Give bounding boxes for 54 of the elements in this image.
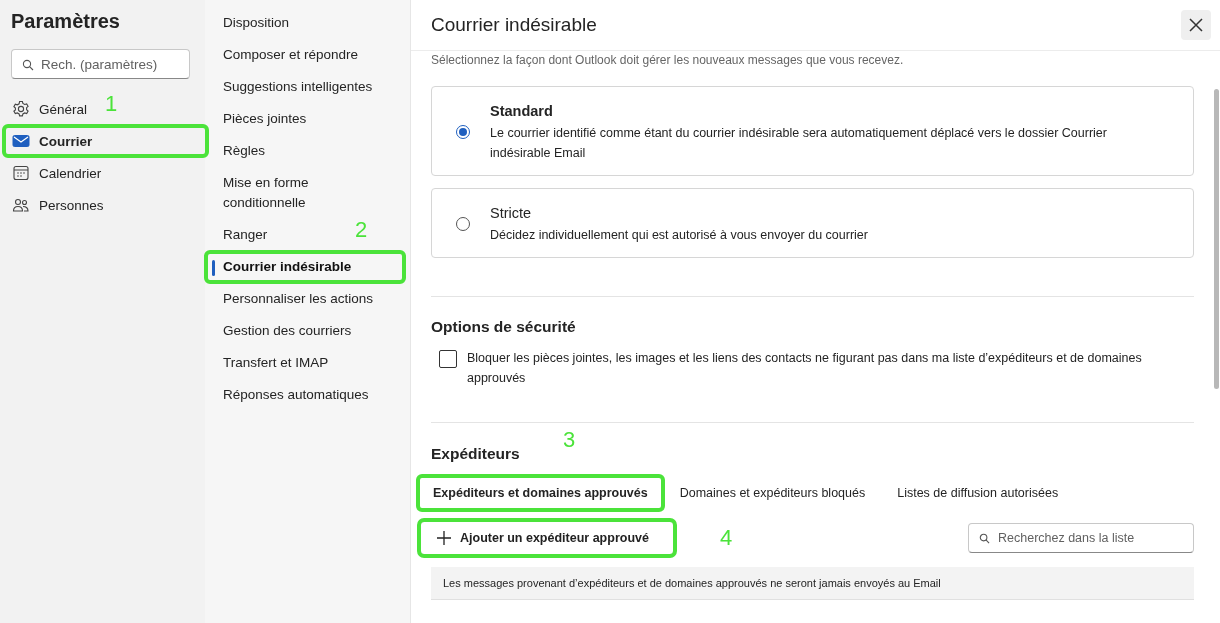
nav-label: Calendrier: [39, 165, 102, 181]
option-description: Décidez individuellement qui est autorisé à vous envoyer du courrier: [490, 227, 868, 244]
option-title: Standard: [490, 102, 554, 121]
calendar-icon: [12, 164, 30, 182]
subnav-item[interactable]: Transfert et IMAP: [205, 347, 339, 379]
mail-icon: [12, 132, 30, 150]
subnav-item[interactable]: Personnaliser les actions: [205, 283, 384, 315]
subnav-item[interactable]: Réponses automatiques: [205, 379, 379, 411]
settings-title: Paramètres: [10, 10, 121, 34]
subnav-item[interactable]: Pièces jointes: [205, 103, 317, 135]
add-sender-button[interactable]: Ajouter un expéditeur approuvé: [420, 521, 674, 555]
tab[interactable]: Domaines et expéditeurs bloqués: [663, 475, 882, 511]
section-heading: Expéditeurs: [431, 445, 520, 463]
subnav-item[interactable]: Disposition: [205, 7, 300, 39]
nav-label: Courrier: [39, 133, 93, 149]
checkbox[interactable]: [439, 350, 457, 368]
search-icon: [979, 533, 990, 544]
option-description: Le courrier identifié comme étant du courrier indésirable sera automatiquement déplacé vers le dossier Courrier indésirable Email: [490, 125, 1108, 162]
option-card[interactable]: Standard Le courrier identifié comme étant du courrier indésirable sera automatiquement déplacé vers le dossier Courrier indésirable Email: [431, 86, 1194, 176]
callout-number: 1: [105, 91, 118, 117]
callout-number: 4: [720, 525, 733, 551]
nav-label: Général: [39, 101, 88, 117]
option-title: Stricte: [490, 204, 533, 223]
subnav-item[interactable]: Composer et répondre: [205, 39, 369, 71]
tab[interactable]: Expéditeurs et domaines approuvés: [417, 475, 664, 511]
info-bar: Les messages provenant d’expéditeurs et de domaines approuvés ne seront jamais envoyés au Email: [431, 567, 1194, 600]
option-card[interactable]: Stricte Décidez individuellement qui est autorisé à vous envoyer du courrier: [431, 188, 1194, 258]
people-icon: [12, 196, 30, 214]
gear-icon: [12, 100, 30, 118]
close-icon: [1188, 17, 1204, 33]
callout-number: 2: [355, 217, 368, 243]
nav-item[interactable]: Personnes: [3, 189, 110, 221]
tab[interactable]: Listes de diffusion autorisées: [881, 475, 1075, 511]
subnav-item[interactable]: Gestion des courriers: [205, 315, 362, 347]
section-heading: Options de sécurité: [431, 318, 576, 336]
search-field[interactable]: Rech. (paramètres): [11, 49, 190, 79]
plus-icon: [437, 531, 451, 545]
scrollbar-thumb[interactable]: [1214, 89, 1219, 389]
nav-item[interactable]: Calendrier: [3, 157, 108, 189]
checkbox-label: Bloquer les pièces jointes, les images et les liens des contacts ne figurant pas dans ma liste d’expéditeurs et de domaines approuvés: [467, 350, 1143, 387]
subnav-item[interactable]: Courrier indésirable: [205, 251, 405, 283]
nav-item[interactable]: Courrier: [3, 125, 208, 157]
nav-item[interactable]: Général: [3, 93, 94, 125]
subnav-item[interactable]: Règles: [205, 135, 276, 167]
intro-text: Sélectionnez la façon dont Outlook doit gérer les nouveaux messages que vous recevez.: [431, 53, 905, 67]
search-icon: [22, 59, 34, 71]
nav-label: Personnes: [39, 197, 104, 213]
close-button[interactable]: [1181, 10, 1211, 40]
callout-number: 3: [563, 427, 576, 453]
subnav-item[interactable]: Ranger: [205, 219, 278, 251]
subnav-item[interactable]: Mise en forme conditionnelle: [205, 167, 383, 219]
subnav-item[interactable]: Suggestions intelligentes: [205, 71, 383, 103]
panel-title: Courrier indésirable: [431, 14, 597, 36]
list-search-field[interactable]: Recherchez dans la liste: [968, 523, 1194, 553]
